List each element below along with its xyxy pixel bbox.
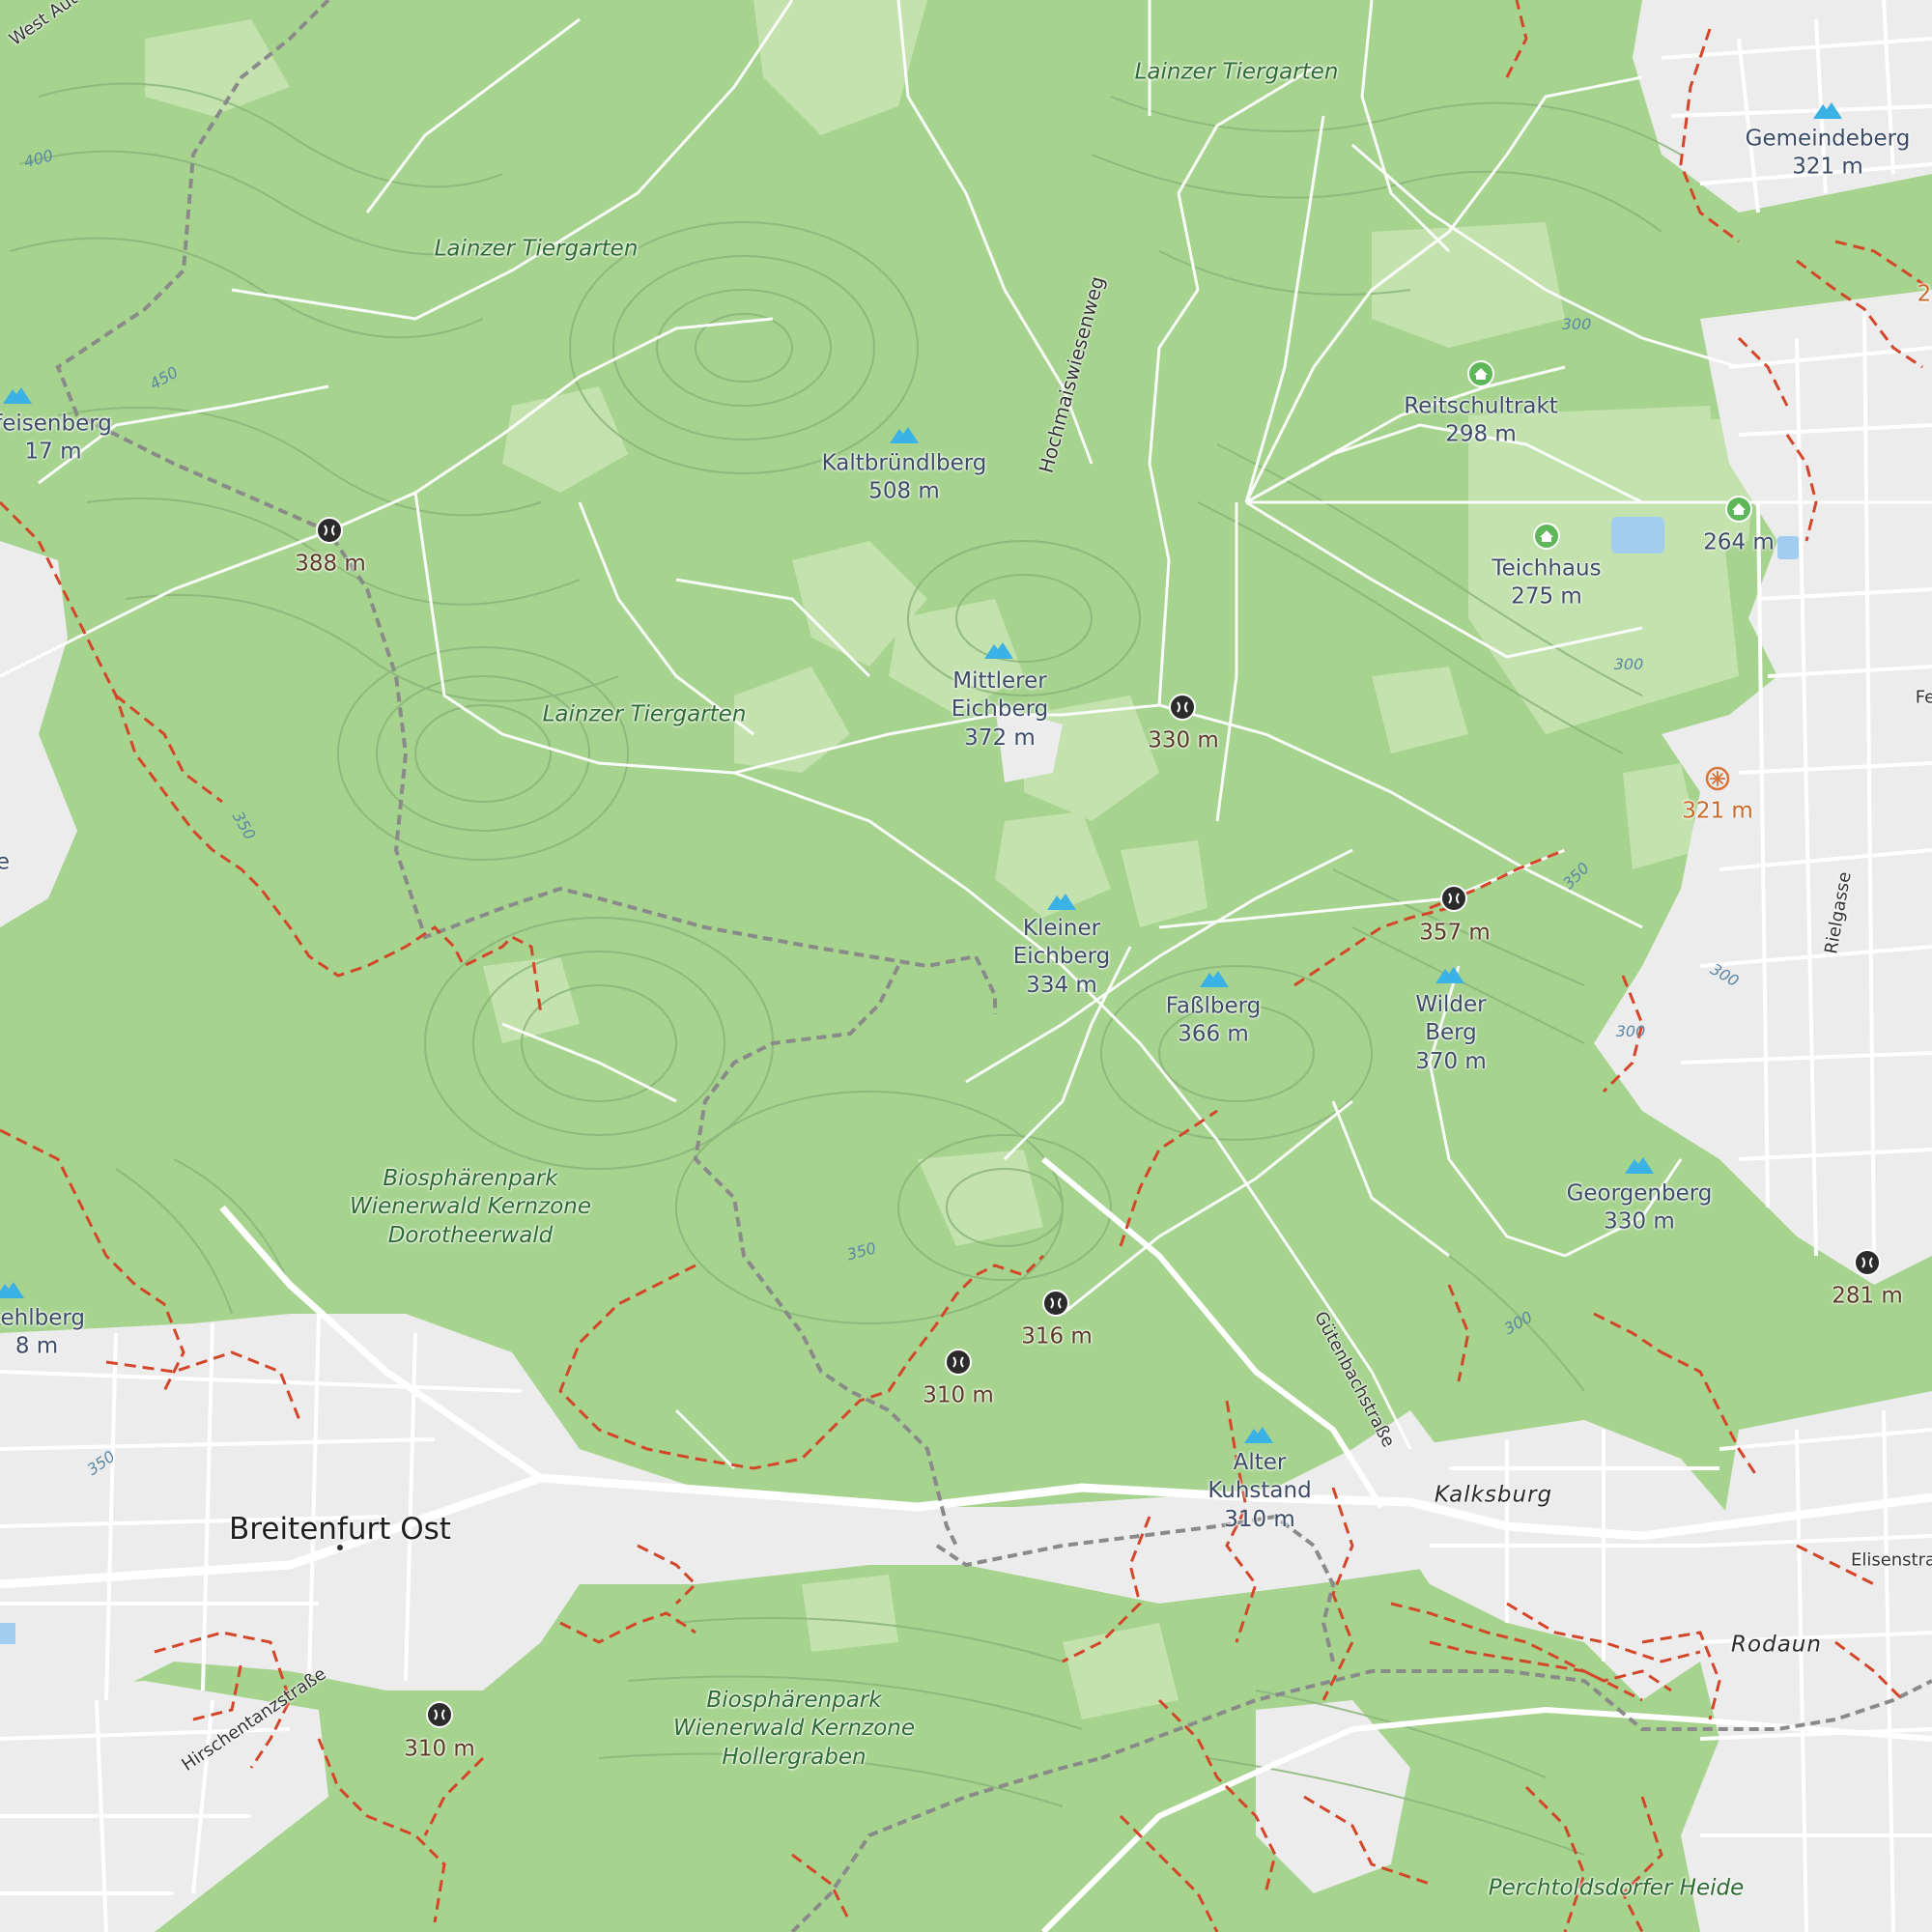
hut-icon[interactable] — [1533, 523, 1560, 550]
saddle-icon[interactable] — [1854, 1249, 1881, 1276]
saddle-icon[interactable] — [426, 1701, 453, 1728]
edge-glyph-label: e — [0, 849, 11, 875]
saddle-icon[interactable] — [1440, 885, 1467, 912]
viewpoint-icon[interactable] — [1704, 765, 1731, 792]
mountain-icon[interactable] — [1200, 970, 1229, 987]
mountain-icon[interactable] — [1813, 101, 1842, 119]
street-label-edge: Fe — [1915, 687, 1932, 708]
area-label-dorotheerwald: Biosphärenpark Wienerwald Kernzone Dorot… — [350, 1165, 591, 1248]
peak-label-feisenberg: feisenberg 17 m — [0, 411, 112, 465]
peak-label-mittlerer-eichberg: Mittlerer Eichberg 372 m — [951, 668, 1049, 751]
hut-label-264: 264 m — [1703, 529, 1775, 555]
area-label-hollergraben: Biosphärenpark Wienerwald Kernzone Holle… — [673, 1687, 915, 1770]
contour-label: 300 — [1613, 654, 1644, 673]
viewpoint-label: 321 m — [1682, 798, 1753, 824]
mountain-icon[interactable] — [0, 1281, 24, 1298]
place-label-kalksburg: Kalksburg — [1434, 1482, 1553, 1508]
hut-label-teichhaus: Teichhaus 275 m — [1492, 555, 1602, 610]
contour-label: 300 — [1561, 314, 1592, 333]
saddle-icon[interactable] — [316, 517, 343, 544]
edge-glyph-label: 2 — [1917, 281, 1932, 307]
mountain-icon[interactable] — [3, 386, 32, 404]
pass-label-357: 357 m — [1419, 920, 1491, 946]
saddle-icon[interactable] — [1169, 694, 1196, 721]
mountain-icon[interactable] — [1047, 893, 1076, 910]
peak-label-kaltbruendlberg: Kaltbründlberg 508 m — [821, 450, 987, 504]
peak-label-alter-kuhstand: Alter Kuhstand 310 m — [1208, 1449, 1312, 1532]
saddle-icon[interactable] — [945, 1349, 972, 1376]
mountain-icon[interactable] — [984, 641, 1013, 659]
map-canvas[interactable]: Lainzer Tiergarten Lainzer Tiergarten La… — [0, 0, 1932, 1932]
hut-icon[interactable] — [1467, 360, 1494, 387]
peak-label-kehlberg: kehlberg 8 m — [0, 1305, 86, 1359]
mountain-icon[interactable] — [1625, 1156, 1654, 1174]
pass-label-281: 281 m — [1832, 1283, 1903, 1309]
pass-label-388: 388 m — [295, 551, 366, 577]
peak-label-wilder-berg: Wilder Berg 370 m — [1415, 991, 1487, 1074]
pass-label-310a: 310 m — [923, 1382, 994, 1408]
pass-label-330: 330 m — [1148, 727, 1219, 753]
peak-label-georgenberg: Georgenberg 330 m — [1566, 1180, 1713, 1235]
place-label-rodaun: Rodaun — [1731, 1632, 1822, 1658]
peak-label-kleiner-eichberg: Kleiner Eichberg 334 m — [1012, 915, 1111, 998]
mountain-icon[interactable] — [890, 426, 919, 443]
area-label-lainzer-tiergarten-3: Lainzer Tiergarten — [542, 701, 747, 727]
pass-label-316: 316 m — [1021, 1323, 1093, 1350]
peak-label-fasslberg: Faßlberg 366 m — [1165, 993, 1262, 1047]
hut-icon[interactable] — [1725, 496, 1752, 523]
contour-label: 300 — [1615, 1021, 1646, 1040]
map-base-layer — [0, 0, 1932, 1932]
peak-label-gemeindeberg: Gemeindeberg 321 m — [1745, 126, 1911, 180]
town-dot-icon — [337, 1545, 343, 1550]
mountain-icon[interactable] — [1435, 966, 1464, 983]
area-label-lainzer-tiergarten-1: Lainzer Tiergarten — [1134, 59, 1339, 85]
area-label-perchtoldsdorfer-heide: Perchtoldsdorfer Heide — [1488, 1875, 1745, 1901]
hut-label-reitschultrakt: Reitschultrakt 298 m — [1404, 393, 1558, 447]
saddle-icon[interactable] — [1042, 1290, 1069, 1317]
mountain-icon[interactable] — [1244, 1426, 1273, 1443]
area-label-lainzer-tiergarten-2: Lainzer Tiergarten — [434, 236, 639, 262]
pass-label-310b: 310 m — [404, 1736, 475, 1762]
street-label-elisenstrasse: Elisenstra — [1850, 1549, 1932, 1571]
